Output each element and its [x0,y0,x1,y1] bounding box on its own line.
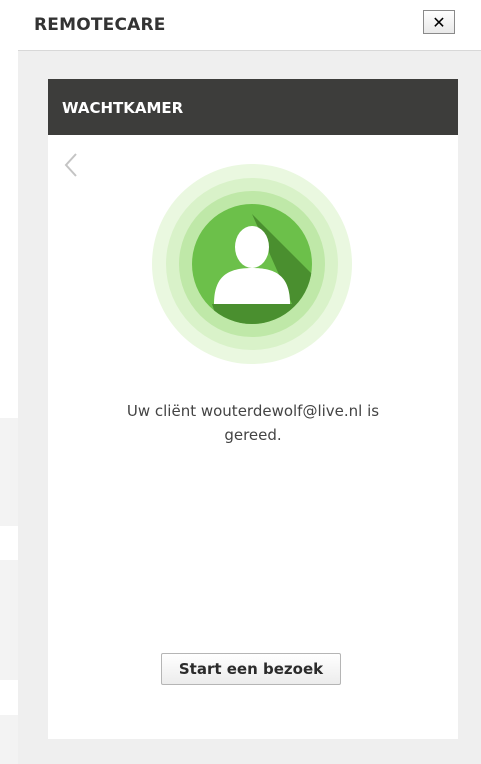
close-button[interactable]: ✕ [423,10,455,34]
back-button[interactable] [60,148,82,182]
start-visit-button[interactable]: Start een bezoek [161,653,341,685]
left-edge-strip [0,715,18,764]
status-line-1: Uw cliënt wouterdewolf@live.nl is [126,402,380,420]
user-icon [152,164,352,364]
left-edge-strip [0,560,18,680]
client-ready-message: Uw cliënt wouterdewolf@live.nl is gereed… [68,399,438,447]
panel-title: WACHTKAMER [62,99,184,117]
panel-header: WACHTKAMER [48,79,458,135]
remotecare-window: REMOTECARE ✕ WACHTKAMER Uw cliënt wouter… [0,0,481,764]
title-bar: REMOTECARE ✕ [18,0,481,51]
close-icon: ✕ [432,12,446,32]
left-edge-strip [0,418,18,526]
user-avatar [152,164,352,364]
app-title: REMOTECARE [34,15,166,35]
chevron-left-icon [64,153,77,177]
waiting-room-panel: WACHTKAMER Uw cliënt wouterdewolf@live.n… [48,79,458,739]
status-line-2: gereed. [224,426,282,444]
